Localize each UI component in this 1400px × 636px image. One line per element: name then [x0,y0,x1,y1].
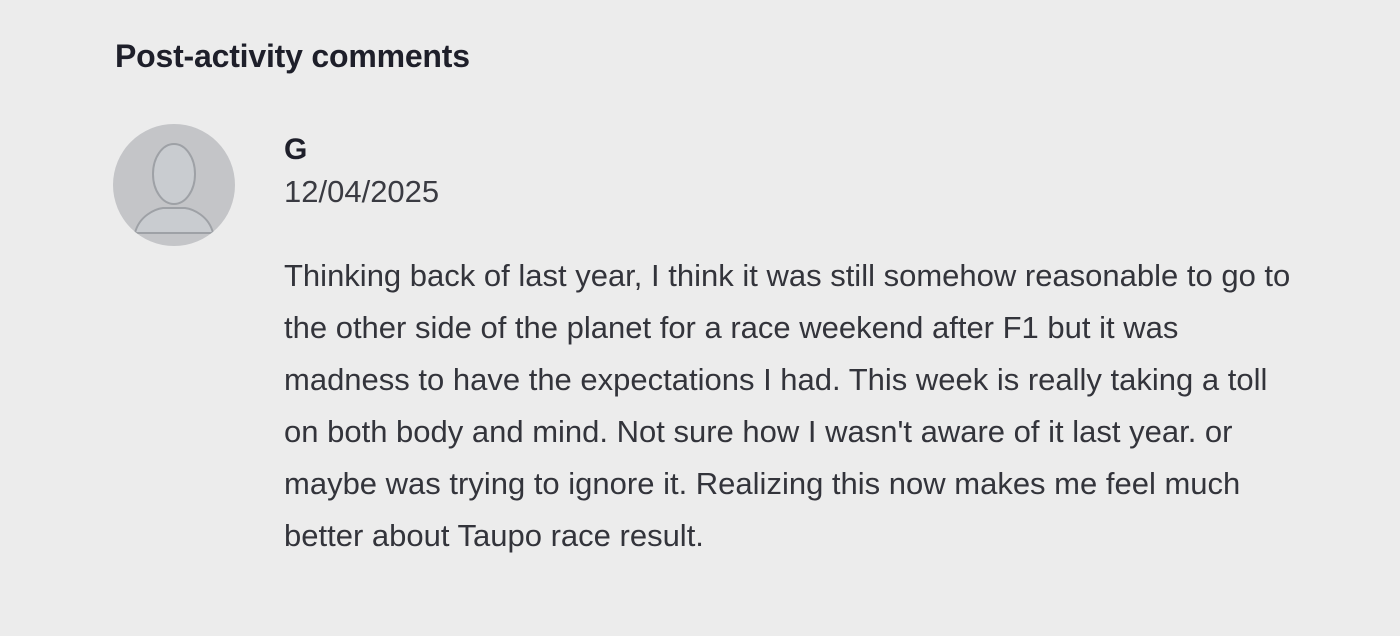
comment-text: Thinking back of last year, I think it w… [284,258,1291,553]
avatar[interactable] [113,124,235,246]
user-avatar-icon [133,143,215,234]
comment-body: G 12/04/2025 Thinking back of last year,… [284,124,1294,562]
section-title: Post-activity comments [115,38,470,74]
comment-author[interactable]: G [284,132,1294,168]
comment-date: 12/04/2025 [284,174,440,209]
